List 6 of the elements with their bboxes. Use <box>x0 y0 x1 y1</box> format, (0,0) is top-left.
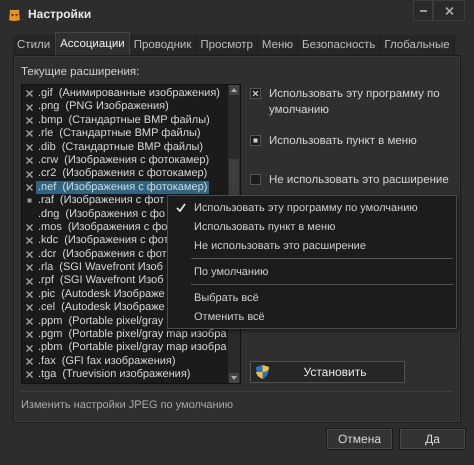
section-label: Текущие расширения: <box>21 66 140 78</box>
window-title: Настройки <box>28 7 92 21</box>
option-label: Использовать пункт в меню <box>269 134 417 149</box>
hint-text: Изменить настройки JPEG по умолчанию <box>21 399 234 411</box>
option-label: Использовать эту программу по умолчанию <box>269 87 441 118</box>
option-label: Не использовать это расширение <box>269 173 449 188</box>
